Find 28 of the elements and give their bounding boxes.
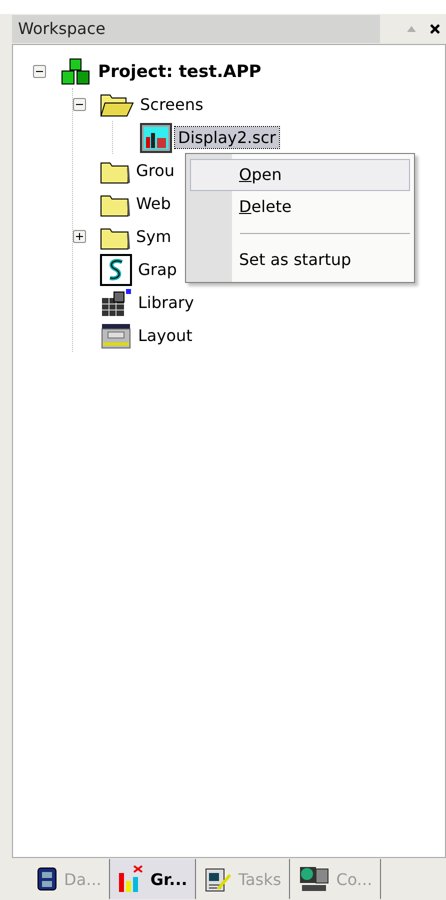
open-folder-icon	[100, 92, 134, 118]
panel-title: Workspace	[12, 15, 380, 43]
screen-chart-icon	[140, 122, 172, 152]
tree-item[interactable]: Layout	[135, 325, 196, 346]
menu-item[interactable]: Delete	[190, 191, 410, 223]
tree-item[interactable]: Grou	[133, 160, 178, 181]
tree-item[interactable]: Project: test.APP	[95, 60, 264, 82]
tree-item[interactable]: Grap	[135, 259, 180, 280]
menu-item[interactable]: Set as startup	[190, 244, 410, 276]
collapse-toggle[interactable]	[73, 98, 86, 111]
tree-item[interactable]: Library	[135, 292, 197, 313]
collapse-toggle[interactable]	[33, 65, 46, 78]
menu-item[interactable]: Open	[190, 159, 410, 191]
tree-item[interactable]: Display2.scr	[175, 127, 279, 148]
plus-icon	[75, 232, 84, 241]
bar-chart-icon	[118, 865, 144, 893]
library-icon	[100, 288, 132, 318]
s-shape-icon	[100, 254, 132, 286]
expand-toggle[interactable]	[73, 230, 86, 243]
tree-item[interactable]: Sym	[133, 226, 174, 247]
cubes-icon	[60, 58, 92, 86]
file-cabinet-icon	[36, 866, 58, 892]
tab[interactable]: Gr...	[110, 859, 196, 899]
tree-item[interactable]: Screens	[137, 94, 206, 115]
layout-icon	[100, 322, 132, 348]
computers-icon	[298, 865, 330, 893]
close-icon[interactable]	[430, 24, 440, 34]
tree-item[interactable]: Web	[133, 193, 174, 214]
